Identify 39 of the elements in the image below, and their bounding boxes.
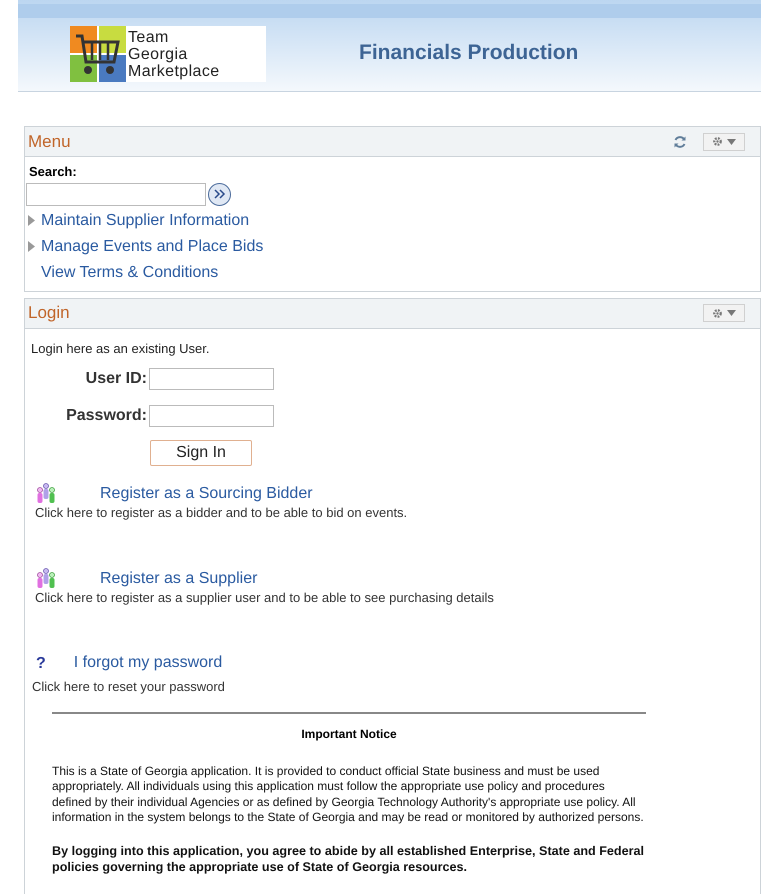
search-label: Search: (29, 163, 78, 181)
login-intro: Login here as an existing User. (31, 340, 210, 358)
settings-icon (712, 308, 723, 318)
link-description: Click here to reset your password (32, 678, 226, 696)
notice-paragraph: By logging into this application, you agree to abide by all established Enterprise, State and Federal policies governing the appropriate use of State of Georgia resources. (52, 842, 646, 874)
panel-title: Login (28, 302, 70, 324)
caret-icon (727, 138, 736, 144)
register-link[interactable]: Register as a Supplier (100, 570, 258, 588)
settings-menu-button[interactable] (703, 304, 745, 322)
menu-link[interactable]: View Terms & Conditions (41, 260, 218, 284)
notice-paragraph: This is a State of Georgia application. It is provided to conduct official State business and must be used appropriately. All individuals using this application must follow the appropriate use policy and procedures defined by their individual Agencies or as defined by Georgia Technology Authority's appropriate use policy. All information in the system belongs to the State of Georgia and may be read or monitored by authorized persons. (52, 764, 645, 826)
logo-text: Team Georgia Marketplace (128, 28, 220, 80)
people-icon (35, 568, 57, 588)
question-mark-icon: ? (36, 656, 46, 672)
expand-triangle-icon[interactable] (28, 241, 35, 252)
link-description: Click here to register as a supplier user and to be able to see purchasing details (35, 588, 495, 607)
login-input-field[interactable] (149, 405, 274, 427)
login-input-field[interactable] (149, 368, 274, 390)
search-field[interactable] (26, 182, 206, 206)
register-link[interactable]: Register as a Sourcing Bidder (100, 485, 313, 503)
menu-link[interactable]: Manage Events and Place Bids (41, 234, 264, 258)
notice-title: Important Notice (300, 726, 398, 742)
panel-title: Menu (28, 130, 71, 153)
caret-icon (727, 310, 736, 316)
menu-link[interactable]: Maintain Supplier Information (41, 208, 250, 232)
settings-icon (712, 136, 723, 147)
refresh-icon[interactable] (673, 134, 687, 148)
settings-menu-button[interactable] (703, 132, 745, 150)
field-label: Password: (65, 406, 147, 426)
app-title: Financials Production (359, 40, 578, 66)
field-label: User ID: (84, 369, 147, 389)
link-description: Click here to register as a bidder and to be able to bid on events. (35, 504, 408, 522)
search-go-button[interactable] (208, 182, 231, 206)
register-link[interactable]: I forgot my password (74, 654, 222, 672)
expand-triangle-icon[interactable] (28, 215, 35, 226)
people-icon (35, 483, 57, 503)
sign-in-button[interactable]: Sign In (150, 440, 252, 466)
cart-logo-icon (70, 26, 126, 82)
double-chevron-icon (214, 189, 226, 199)
